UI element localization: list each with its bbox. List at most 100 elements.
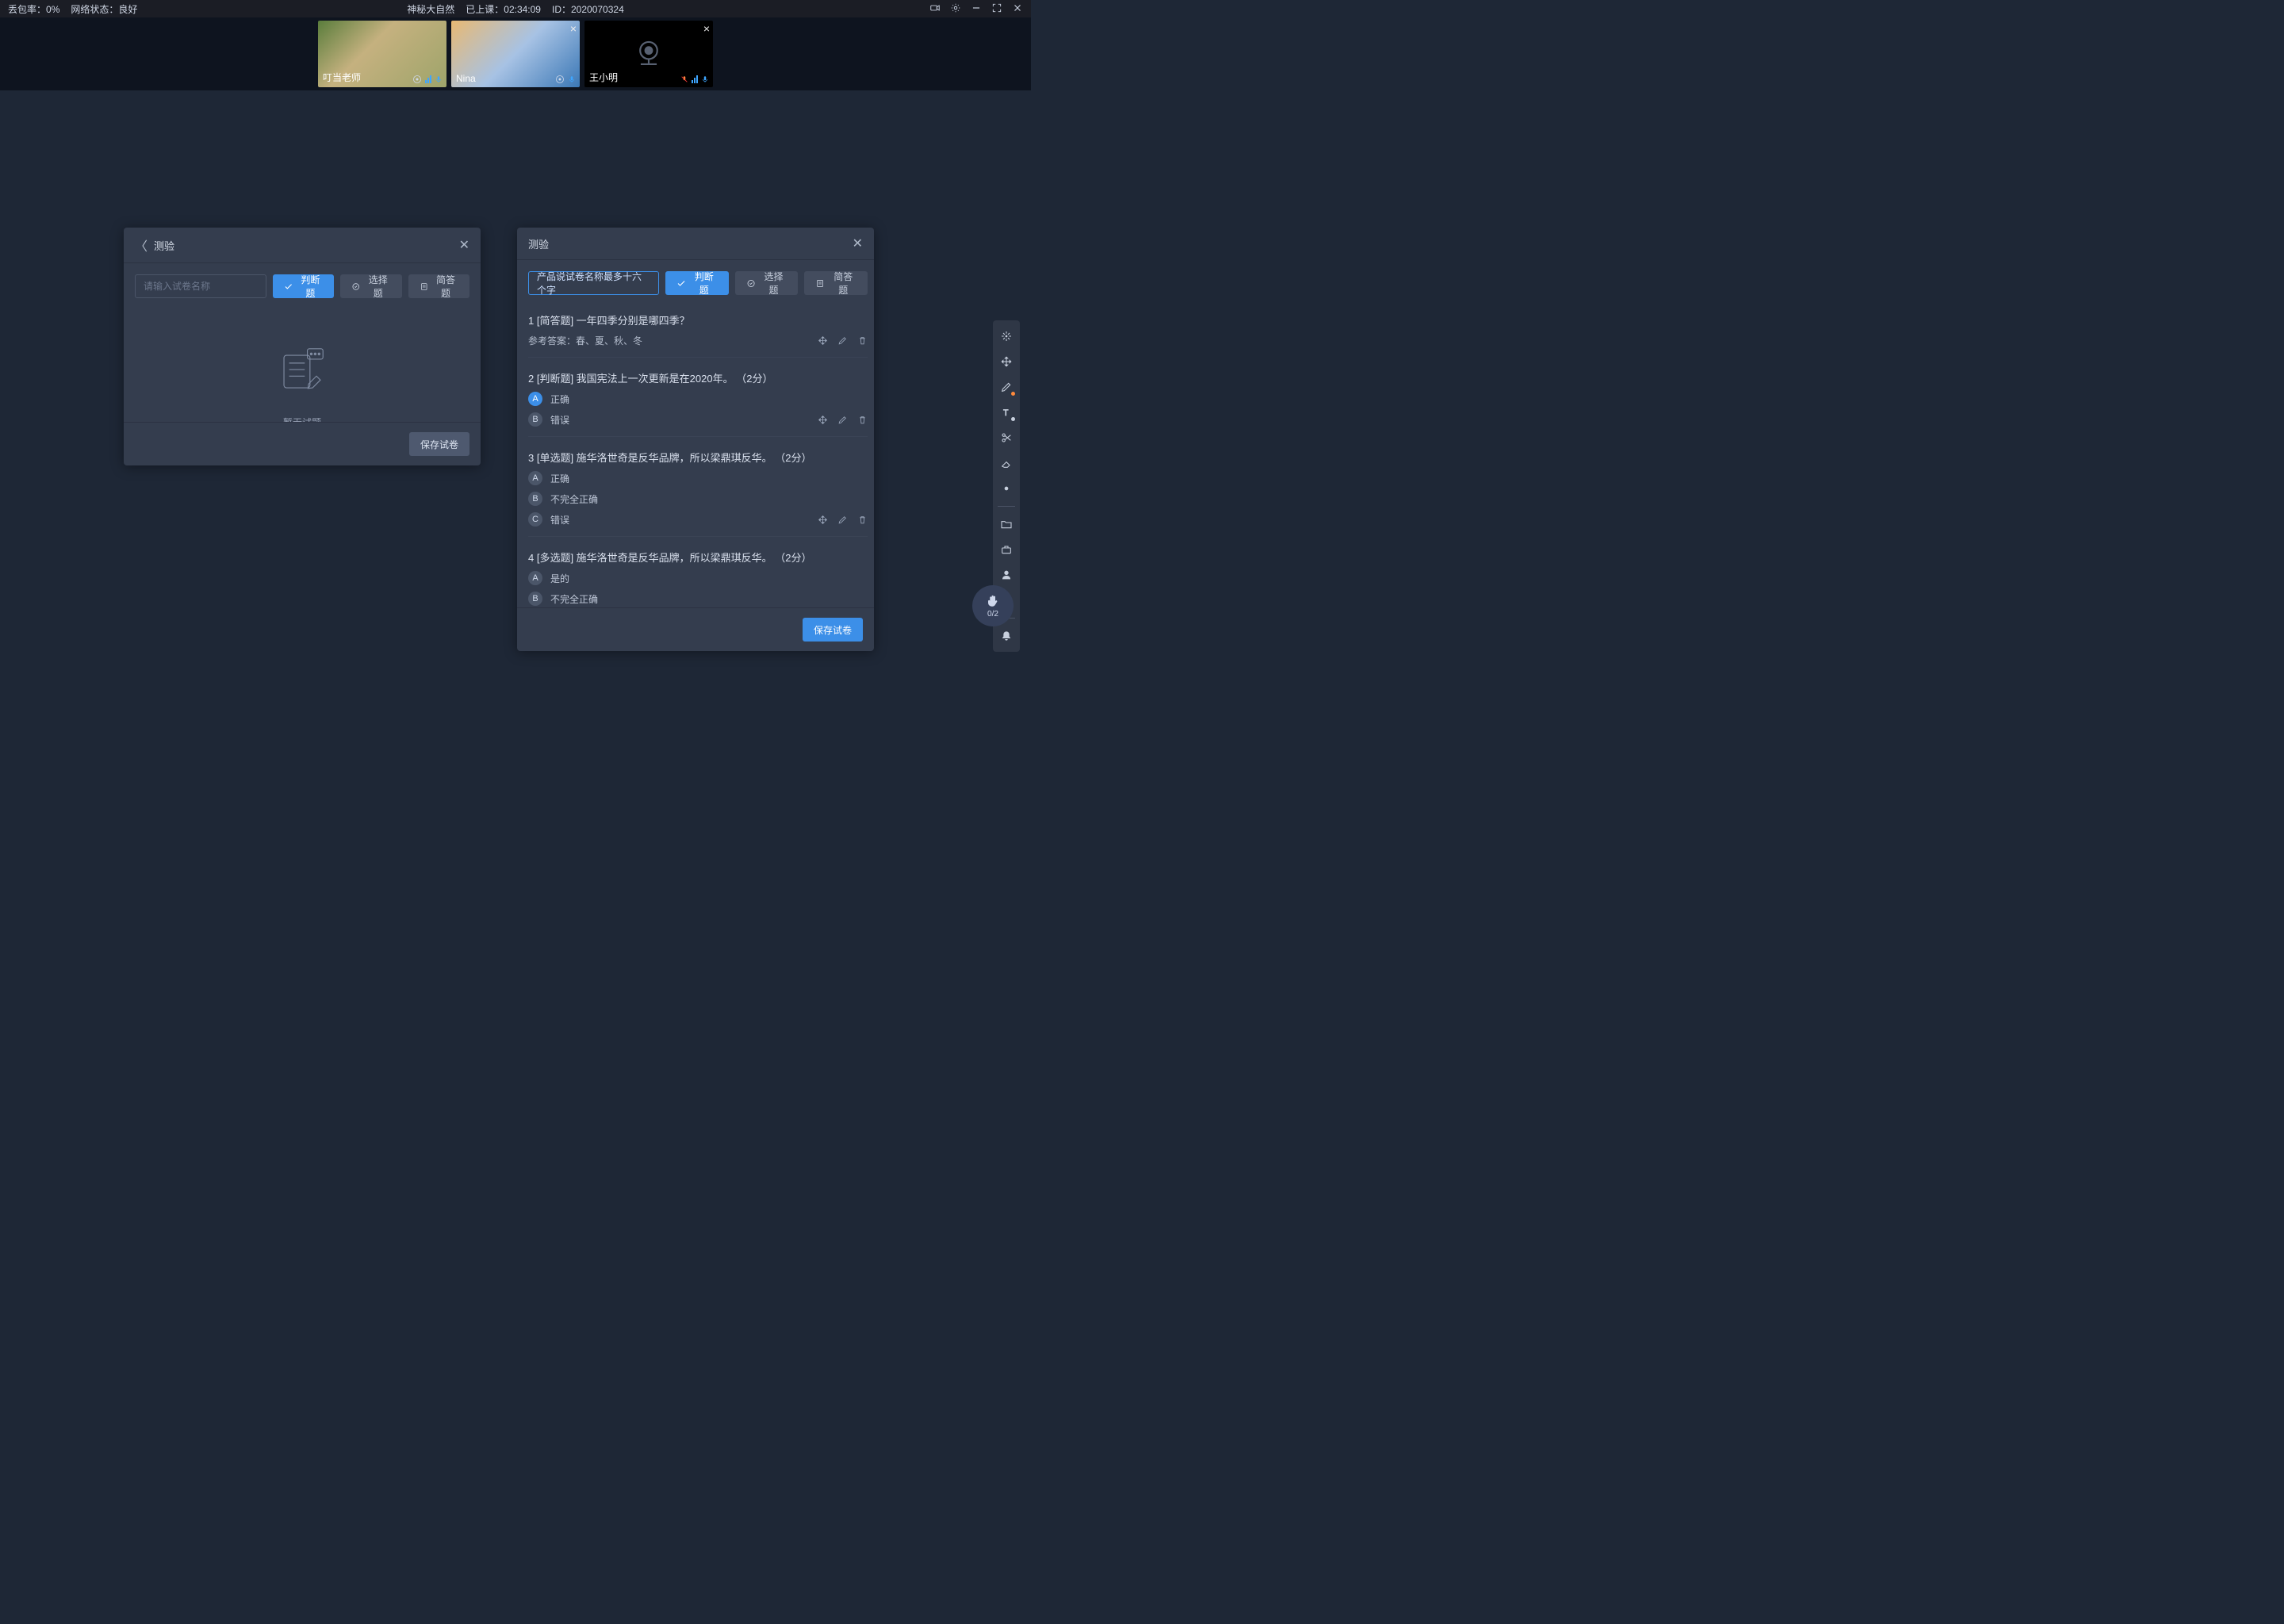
move-icon[interactable] (818, 415, 828, 425)
video-tile-student-1[interactable]: × Nina (451, 21, 580, 87)
quiz-name-input[interactable] (135, 274, 266, 298)
quiz-panel-empty: 〈 测验 ✕ 判断题 选择题 简答题 (124, 228, 481, 465)
empty-state: 暂无试题 (135, 309, 469, 422)
scissors-tool-icon[interactable] (995, 427, 1017, 449)
option-text: 错误 (550, 413, 569, 427)
pen-tool-icon[interactable] (995, 376, 1017, 398)
close-icon[interactable] (1012, 2, 1023, 16)
question-option[interactable]: B 错误 (528, 412, 868, 427)
mic-icon (701, 75, 709, 84)
bell-tool-icon[interactable] (995, 625, 1017, 647)
save-quiz-button[interactable]: 保存试卷 (409, 432, 469, 456)
question-option[interactable]: B 不完全正确 (528, 492, 868, 506)
loss-value: 0% (46, 4, 59, 15)
panel-close-icon[interactable]: ✕ (853, 236, 863, 251)
question-option[interactable]: C 错误 (528, 512, 868, 527)
edit-icon[interactable] (837, 335, 848, 346)
cursor-tool-icon[interactable] (995, 325, 1017, 347)
move-icon[interactable] (818, 515, 828, 525)
question-answer: 参考答案：春、夏、秋、冬 (528, 334, 642, 347)
type-choice-button[interactable]: 选择题 (735, 271, 799, 295)
quiz-name-input-filled[interactable]: 产品说试卷名称最多十六个字 (528, 271, 659, 295)
option-text: 是的 (550, 572, 569, 585)
question-tools (818, 335, 868, 346)
empty-illustration-icon (270, 341, 335, 406)
laser-tool-icon[interactable] (995, 477, 1017, 500)
volume-icon (412, 75, 422, 84)
short-icon (815, 278, 825, 289)
record-icon[interactable] (929, 2, 941, 16)
type-judge-button[interactable]: 判断题 (273, 274, 334, 298)
raise-hand-count: 0/2 (987, 610, 998, 619)
folder-tool-icon[interactable] (995, 513, 1017, 535)
panel-title: 测验 (528, 236, 549, 251)
choice-icon (746, 278, 756, 289)
status-bar: 丢包率：0% 网络状态：良好 神秘大自然 已上课：02:34:09 ID：202… (0, 0, 1031, 17)
course-title: 神秘大自然 (407, 2, 454, 16)
eraser-tool-icon[interactable] (995, 452, 1017, 474)
question-title: 4 [多选题] 施华洛世奇是反华品牌，所以梁鼎琪反华。 （2分） (528, 550, 868, 565)
video-tile-student-2[interactable]: × 王小明 (584, 21, 713, 87)
toolbox-tool-icon[interactable] (995, 538, 1017, 561)
gear-icon[interactable] (950, 2, 961, 16)
elapsed-label: 已上课： (466, 4, 504, 15)
type-short-button[interactable]: 简答题 (408, 274, 469, 298)
id-value: 2020070324 (571, 4, 624, 15)
option-badge: A (528, 571, 542, 585)
user-tool-icon[interactable] (995, 564, 1017, 586)
save-quiz-button[interactable]: 保存试卷 (803, 618, 863, 642)
panel-title: 测验 (154, 238, 174, 253)
edit-icon[interactable] (837, 415, 848, 425)
option-badge: B (528, 592, 542, 606)
question-title: 1 [简答题] 一年四季分别是哪四季？ (528, 312, 868, 327)
question-item: 3 [单选题] 施华洛世奇是反华品牌，所以梁鼎琪反华。 （2分）A正确B不完全正… (528, 443, 868, 537)
question-option[interactable]: B 不完全正确 (528, 592, 868, 606)
video-name: 叮当老师 (323, 71, 361, 84)
empty-text: 暂无试题 (283, 416, 321, 423)
hand-icon (986, 594, 1000, 608)
option-badge: A (528, 471, 542, 485)
option-text: 正确 (550, 472, 569, 485)
edit-icon[interactable] (837, 515, 848, 525)
option-badge: B (528, 412, 542, 427)
question-title: 2 [判断题] 我国宪法上一次更新是在2020年。 （2分） (528, 370, 868, 385)
question-list: 1 [简答题] 一年四季分别是哪四季？ 参考答案：春、夏、秋、冬 2 [判断题] … (528, 306, 868, 607)
video-name: 王小明 (589, 71, 618, 84)
type-choice-button[interactable]: 选择题 (340, 274, 401, 298)
question-item: 4 [多选题] 施华洛世奇是反华品牌，所以梁鼎琪反华。 （2分） A 是的 B 不完全正… (528, 543, 868, 607)
judge-icon (676, 278, 686, 289)
elapsed-value: 02:34:09 (504, 4, 541, 15)
option-badge: C (528, 512, 542, 527)
video-tile-teacher[interactable]: 叮当老师 (318, 21, 446, 87)
panel-close-icon[interactable]: ✕ (459, 237, 469, 253)
question-option[interactable]: A 正确 (528, 471, 868, 485)
video-close-icon[interactable]: × (570, 22, 577, 35)
delete-icon[interactable] (857, 335, 868, 346)
option-badge: B (528, 492, 542, 506)
question-item: 1 [简答题] 一年四季分别是哪四季？ 参考答案：春、夏、秋、冬 (528, 306, 868, 358)
camera-off-icon (630, 36, 667, 72)
short-icon (420, 282, 428, 292)
minimize-icon[interactable] (971, 2, 982, 16)
type-short-button[interactable]: 简答题 (804, 271, 868, 295)
id-label: ID： (552, 4, 571, 15)
text-tool-icon[interactable]: T (995, 401, 1017, 423)
delete-icon[interactable] (857, 515, 868, 525)
move-tool-icon[interactable] (995, 350, 1017, 373)
loss-label: 丢包率： (8, 4, 46, 15)
type-judge-button[interactable]: 判断题 (665, 271, 729, 295)
question-option[interactable]: A正确 (528, 392, 868, 406)
question-tools (818, 515, 868, 525)
raise-hand-fab[interactable]: 0/2 (972, 585, 1014, 626)
option-text: 错误 (550, 513, 569, 527)
question-option[interactable]: A 是的 (528, 571, 868, 585)
option-text: 不完全正确 (550, 592, 598, 606)
move-icon[interactable] (818, 335, 828, 346)
net-value: 良好 (118, 4, 137, 15)
fullscreen-icon[interactable] (991, 2, 1002, 16)
back-icon[interactable]: 〈 (135, 236, 148, 255)
video-close-icon[interactable]: × (703, 22, 710, 35)
delete-icon[interactable] (857, 415, 868, 425)
mic-icon (568, 75, 576, 84)
option-text: 不完全正确 (550, 492, 598, 506)
